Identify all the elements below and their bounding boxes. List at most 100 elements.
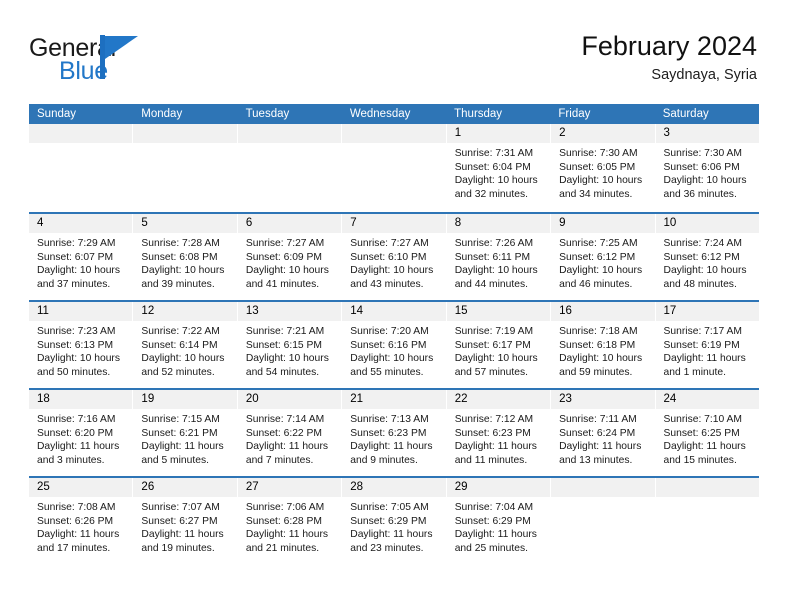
calendar-day-cell[interactable]: 8 Sunrise: 7:26 AM Sunset: 6:11 PM Daylight…	[446, 214, 552, 300]
day-number: 28	[350, 481, 364, 493]
calendar-day-cell[interactable]: 11 Sunrise: 7:23 AM Sunset: 6:13 PM Dayligh…	[29, 302, 134, 388]
calendar-day-cell[interactable]: 29 Sunrise: 7:04 AM Sunset: 6:29 PM Dayligh…	[446, 478, 552, 564]
day-number-band: 19	[133, 390, 237, 409]
calendar-day-cell[interactable]: 22 Sunrise: 7:12 AM Sunset: 6:23 PM Dayligh…	[446, 390, 552, 476]
sunset-text: Sunset: 6:22 PM	[245, 427, 322, 439]
sunrise-text: Sunrise: 7:15 AM	[141, 414, 220, 425]
calendar-grid: Sunday Monday Tuesday Wednesday Thursday Frid…	[29, 104, 759, 564]
sunset-text: Sunset: 6:27 PM	[141, 515, 218, 527]
brand-logo[interactable]: General Blue	[29, 34, 209, 92]
day-details: Sunrise: 7:22 AM Sunset: 6:14 PM Daylight:…	[133, 321, 236, 379]
day-details: Sunrise: 7:13 AM Sunset: 6:23 PM Daylight:…	[342, 409, 445, 467]
day-number-band: 28	[342, 478, 446, 497]
calendar-day-cell[interactable]: 27 Sunrise: 7:06 AM Sunset: 6:28 PM Dayligh…	[237, 478, 343, 564]
day-details: Sunrise: 7:04 AM Sunset: 6:29 PM Daylight:…	[447, 497, 550, 555]
sunset-text: Sunset: 6:10 PM	[350, 251, 427, 263]
calendar-day-cell[interactable]: 10 Sunrise: 7:24 AM Sunset: 6:12 PM Dayligh…	[655, 214, 759, 300]
day-number-band: 4	[29, 214, 133, 233]
calendar-day-cell[interactable]: 12 Sunrise: 7:22 AM Sunset: 6:14 PM Dayligh…	[133, 302, 238, 388]
calendar-day-cell[interactable]: 26 Sunrise: 7:07 AM Sunset: 6:27 PM Dayligh…	[133, 478, 238, 564]
day-number: 12	[141, 305, 155, 317]
calendar-day-cell[interactable]: 17 Sunrise: 7:17 AM Sunset: 6:19 PM Dayligh…	[655, 302, 759, 388]
daylight-text: Daylight: 10 hours and 57 minutes.	[454, 353, 538, 378]
calendar-day-cell[interactable]: 15 Sunrise: 7:19 AM Sunset: 6:17 PM Dayligh…	[446, 302, 552, 388]
sunrise-text: Sunrise: 7:25 AM	[559, 238, 638, 249]
calendar-day-cell[interactable]: 6 Sunrise: 7:27 AM Sunset: 6:09 PM Daylight…	[237, 214, 343, 300]
calendar-week-row: 4 Sunrise: 7:29 AM Sunset: 6:07 PM Daylight…	[29, 212, 759, 300]
calendar-day-cell-empty	[551, 478, 656, 564]
sunrise-text: Sunrise: 7:05 AM	[350, 502, 429, 513]
weekday-header-saturday: Saturday	[662, 108, 709, 120]
day-details: Sunrise: 7:29 AM Sunset: 6:07 PM Daylight:…	[29, 233, 132, 291]
sunrise-text: Sunrise: 7:12 AM	[454, 414, 534, 425]
sunset-text: Sunset: 6:28 PM	[245, 515, 322, 527]
sunrise-text: Sunrise: 7:10 AM	[663, 414, 742, 425]
sunset-text: Sunset: 6:06 PM	[663, 161, 740, 173]
day-number: 13	[245, 305, 259, 317]
daylight-text: Daylight: 10 hours and 54 minutes.	[245, 353, 329, 378]
day-details: Sunrise: 7:30 AM Sunset: 6:05 PM Daylight:…	[551, 143, 654, 201]
calendar-day-cell[interactable]: 18 Sunrise: 7:16 AM Sunset: 6:20 PM Dayligh…	[29, 390, 134, 476]
day-details: Sunrise: 7:18 AM Sunset: 6:18 PM Daylight:…	[551, 321, 654, 379]
sunrise-text: Sunrise: 7:31 AM	[454, 148, 534, 159]
day-number: 18	[37, 393, 50, 405]
day-details: Sunrise: 7:27 AM Sunset: 6:10 PM Daylight:…	[342, 233, 445, 291]
day-number: 10	[663, 217, 677, 229]
calendar-day-cell[interactable]: 23 Sunrise: 7:11 AM Sunset: 6:24 PM Dayligh…	[551, 390, 656, 476]
day-number-band: 18	[29, 390, 133, 409]
day-details: Sunrise: 7:16 AM Sunset: 6:20 PM Daylight:…	[29, 409, 132, 467]
calendar-day-cell[interactable]: 1 Sunrise: 7:31 AM Sunset: 6:04 PM Daylight…	[446, 124, 552, 212]
day-number-band: 15	[446, 302, 551, 321]
calendar-day-cell[interactable]: 4 Sunrise: 7:29 AM Sunset: 6:07 PM Daylight…	[29, 214, 134, 300]
calendar-day-cell[interactable]: 2 Sunrise: 7:30 AM Sunset: 6:05 PM Daylight…	[551, 124, 656, 212]
daylight-text: Daylight: 10 hours and 52 minutes.	[141, 353, 225, 378]
day-number-band: 24	[655, 390, 759, 409]
calendar-day-cell[interactable]: 13 Sunrise: 7:21 AM Sunset: 6:15 PM Dayligh…	[237, 302, 343, 388]
sunset-text: Sunset: 6:24 PM	[559, 427, 636, 439]
calendar-day-cell[interactable]: 25 Sunrise: 7:08 AM Sunset: 6:26 PM Dayligh…	[29, 478, 134, 564]
calendar-day-cell[interactable]: 28 Sunrise: 7:05 AM Sunset: 6:29 PM Dayligh…	[342, 478, 447, 564]
calendar-day-cell[interactable]: 16 Sunrise: 7:18 AM Sunset: 6:18 PM Dayligh…	[551, 302, 656, 388]
sunrise-text: Sunrise: 7:18 AM	[559, 326, 638, 337]
calendar-week-row: 1 Sunrise: 7:31 AM Sunset: 6:04 PM Daylight…	[29, 124, 759, 212]
daylight-text: Daylight: 10 hours and 50 minutes.	[37, 353, 120, 378]
sunset-text: Sunset: 6:15 PM	[245, 339, 322, 351]
calendar-day-cell[interactable]: 7 Sunrise: 7:27 AM Sunset: 6:10 PM Daylight…	[342, 214, 447, 300]
day-details: Sunrise: 7:21 AM Sunset: 6:15 PM Daylight:…	[238, 321, 341, 379]
day-details: Sunrise: 7:14 AM Sunset: 6:22 PM Daylight:…	[238, 409, 341, 467]
calendar-day-cell[interactable]: 14 Sunrise: 7:20 AM Sunset: 6:16 PM Dayligh…	[342, 302, 447, 388]
sunrise-text: Sunrise: 7:14 AM	[245, 414, 325, 425]
day-number-band: 11	[29, 302, 133, 321]
calendar-day-cell[interactable]: 9 Sunrise: 7:25 AM Sunset: 6:12 PM Daylight…	[551, 214, 656, 300]
day-number-band: 13	[237, 302, 342, 321]
day-number: 22	[454, 393, 468, 405]
weekday-header-row: Sunday Monday Tuesday Wednesday Thursday Frid…	[29, 104, 759, 124]
sunset-text: Sunset: 6:29 PM	[454, 515, 531, 527]
calendar-day-cell[interactable]: 19 Sunrise: 7:15 AM Sunset: 6:21 PM Dayligh…	[133, 390, 238, 476]
day-number: 20	[245, 393, 259, 405]
daylight-text: Daylight: 10 hours and 55 minutes.	[350, 353, 434, 378]
calendar-day-cell-empty	[29, 124, 134, 212]
daylight-text: Daylight: 11 hours and 19 minutes.	[141, 529, 224, 554]
daylight-text: Daylight: 10 hours and 46 minutes.	[559, 265, 643, 290]
day-number: 19	[141, 393, 155, 405]
calendar-day-cell[interactable]: 5 Sunrise: 7:28 AM Sunset: 6:08 PM Daylight…	[133, 214, 238, 300]
day-details: Sunrise: 7:19 AM Sunset: 6:17 PM Daylight:…	[447, 321, 550, 379]
daylight-text: Daylight: 10 hours and 34 minutes.	[559, 175, 643, 200]
sunset-text: Sunset: 6:29 PM	[350, 515, 427, 527]
day-details: Sunrise: 7:11 AM Sunset: 6:24 PM Daylight:…	[551, 409, 654, 467]
calendar-day-cell[interactable]: 24 Sunrise: 7:10 AM Sunset: 6:25 PM Dayligh…	[655, 390, 759, 476]
daylight-text: Daylight: 10 hours and 39 minutes.	[141, 265, 225, 290]
sunset-text: Sunset: 6:18 PM	[559, 339, 636, 351]
day-number: 29	[454, 481, 468, 493]
day-number: 14	[350, 305, 364, 317]
calendar-page: General Blue February 2024 Saydnaya, Syr…	[0, 0, 792, 612]
sunset-text: Sunset: 6:19 PM	[663, 339, 740, 351]
calendar-day-cell[interactable]: 21 Sunrise: 7:13 AM Sunset: 6:23 PM Dayligh…	[342, 390, 447, 476]
sunrise-text: Sunrise: 7:26 AM	[454, 238, 534, 249]
sunrise-text: Sunrise: 7:11 AM	[559, 414, 637, 425]
daylight-text: Daylight: 11 hours and 17 minutes.	[37, 529, 120, 554]
sunrise-text: Sunrise: 7:17 AM	[663, 326, 742, 337]
calendar-day-cell[interactable]: 20 Sunrise: 7:14 AM Sunset: 6:22 PM Dayligh…	[237, 390, 343, 476]
calendar-day-cell[interactable]: 3 Sunrise: 7:30 AM Sunset: 6:06 PM Daylight…	[655, 124, 759, 212]
